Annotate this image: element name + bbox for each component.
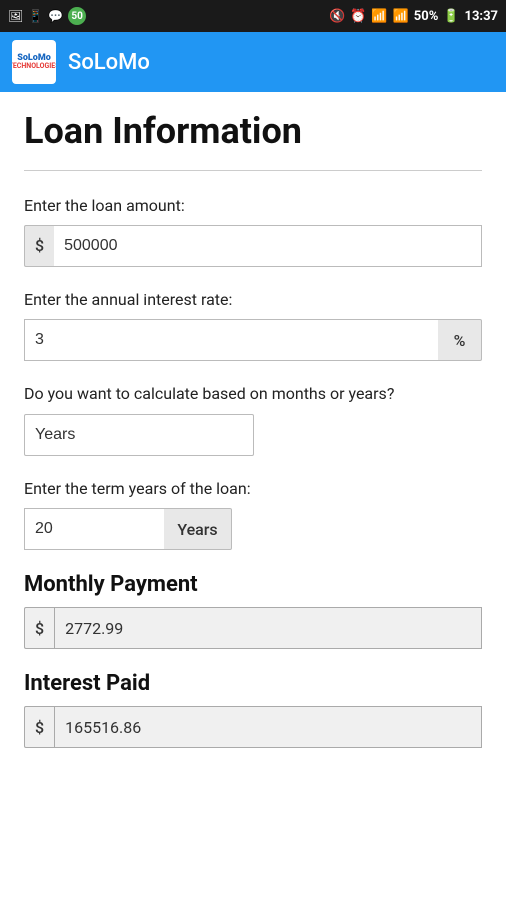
- loan-amount-label: Enter the loan amount:: [24, 195, 482, 217]
- term-group: Enter the term years of the loan: Years: [24, 478, 482, 550]
- app-logo: SoLoMo TECHNOLOGIES: [12, 40, 56, 84]
- interest-rate-row: %: [24, 319, 482, 361]
- sms-icon: 💬: [48, 9, 63, 23]
- interest-rate-suffix: %: [438, 319, 482, 361]
- whatsapp-icon: 📱: [28, 9, 43, 23]
- page-title: Loan Information: [24, 112, 482, 152]
- term-input[interactable]: [24, 508, 164, 550]
- app-bar: SoLoMo TECHNOLOGIES SoLoMo: [0, 32, 506, 92]
- status-right: 🔇 ⏰ 📶 📶 50% 🔋 13:37: [329, 9, 498, 24]
- interest-paid-prefix: $: [24, 706, 54, 748]
- term-row: Years: [24, 508, 482, 550]
- main-content: Loan Information Enter the loan amount: …: [0, 92, 506, 800]
- loan-amount-input[interactable]: [54, 225, 482, 267]
- interest-paid-group: Interest Paid $ 165516.86: [24, 671, 482, 748]
- monthly-payment-value: 2772.99: [54, 607, 482, 649]
- calculation-type-label: Do you want to calculate based on months…: [24, 383, 482, 405]
- monthly-payment-row: $ 2772.99: [24, 607, 482, 649]
- gallery-icon: 🖼: [8, 9, 23, 23]
- calculation-type-row: [24, 414, 482, 456]
- app-title: SoLoMo: [68, 50, 150, 75]
- battery-icon: 🔋: [443, 9, 459, 24]
- loan-amount-row: $: [24, 225, 482, 267]
- loan-amount-prefix: $: [24, 225, 54, 267]
- divider: [24, 170, 482, 171]
- term-label: Enter the term years of the loan:: [24, 478, 482, 500]
- interest-paid-value: 165516.86: [54, 706, 482, 748]
- calculation-type-input[interactable]: [24, 414, 254, 456]
- interest-paid-row: $ 165516.86: [24, 706, 482, 748]
- monthly-payment-title: Monthly Payment: [24, 572, 482, 597]
- monthly-payment-prefix: $: [24, 607, 54, 649]
- interest-rate-label: Enter the annual interest rate:: [24, 289, 482, 311]
- signal-icon: 📶: [393, 9, 409, 24]
- monthly-payment-group: Monthly Payment $ 2772.99: [24, 572, 482, 649]
- interest-rate-input[interactable]: [24, 319, 438, 361]
- wifi-icon: 📶: [371, 9, 387, 24]
- alarm-icon: ⏰: [350, 9, 366, 24]
- notification-count: 50: [68, 7, 86, 25]
- clock: 13:37: [465, 9, 499, 24]
- calculation-type-group: Do you want to calculate based on months…: [24, 383, 482, 455]
- interest-rate-group: Enter the annual interest rate: %: [24, 289, 482, 361]
- status-bar: 🖼 📱 💬 50 🔇 ⏰ 📶 📶 50% 🔋 13:37: [0, 0, 506, 32]
- battery-text: 50%: [414, 9, 439, 24]
- status-left: 🖼 📱 💬 50: [8, 7, 86, 25]
- interest-paid-title: Interest Paid: [24, 671, 482, 696]
- term-suffix: Years: [164, 508, 232, 550]
- mute-icon: 🔇: [329, 9, 345, 24]
- app-logo-text: SoLoMo TECHNOLOGIES: [12, 54, 56, 70]
- loan-amount-group: Enter the loan amount: $: [24, 195, 482, 267]
